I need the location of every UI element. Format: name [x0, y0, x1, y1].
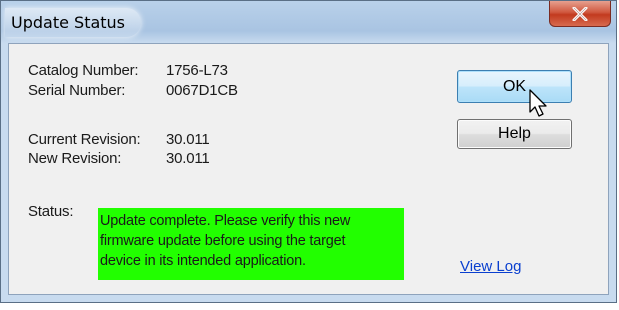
current-revision-label: Current Revision:: [28, 131, 141, 148]
status-message: Update complete. Please verify this new …: [98, 208, 404, 280]
catalog-number-label: Catalog Number:: [28, 62, 139, 79]
help-button-label: Help: [498, 125, 531, 142]
serial-number-label: Serial Number:: [28, 82, 126, 99]
status-line: device in its intended application.: [100, 253, 306, 269]
dialog-body: Catalog Number: 1756-L73 Serial Number: …: [8, 43, 609, 295]
new-revision-value: 30.011: [166, 150, 210, 167]
help-button[interactable]: Help: [457, 119, 572, 149]
new-revision-label: New Revision:: [28, 150, 122, 167]
ok-button[interactable]: OK: [457, 70, 572, 103]
title-pill: Update Status: [5, 8, 142, 37]
status-line: firmware update before using the target: [100, 233, 346, 249]
title-bar[interactable]: Update Status: [1, 1, 616, 43]
close-icon: [572, 6, 588, 21]
ok-button-label: OK: [502, 77, 527, 95]
close-button[interactable]: [549, 1, 611, 27]
serial-number-value: 0067D1CB: [166, 82, 238, 99]
view-log-link[interactable]: View Log: [460, 258, 521, 275]
update-status-dialog: Update Status Catalog Number: 1756-L73 S…: [0, 0, 617, 303]
status-label: Status:: [28, 203, 74, 220]
window-title: Update Status: [11, 13, 126, 32]
catalog-number-value: 1756-L73: [166, 62, 228, 79]
status-line: Update complete. Please verify this new: [100, 213, 351, 229]
current-revision-value: 30.011: [166, 131, 210, 148]
